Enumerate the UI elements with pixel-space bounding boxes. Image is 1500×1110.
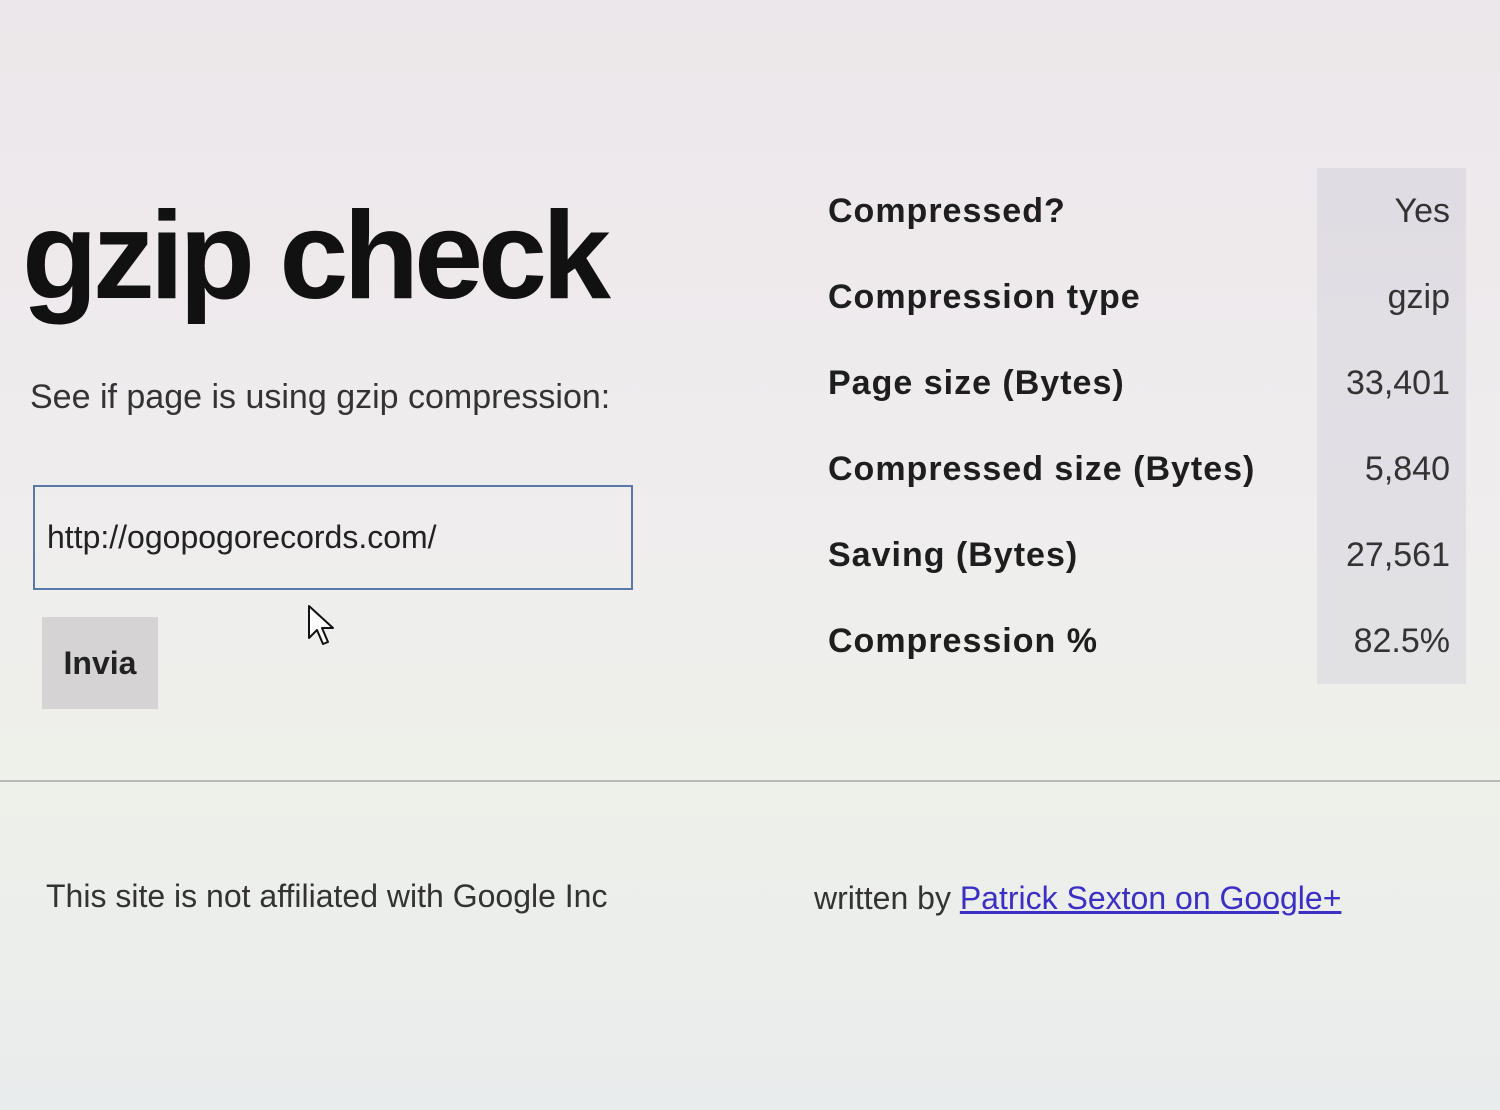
result-label: Saving (Bytes) xyxy=(828,535,1079,574)
footer-credit: written by Patrick Sexton on Google+ xyxy=(814,880,1341,917)
result-value: 33,401 xyxy=(1316,340,1466,426)
submit-button[interactable]: Invia xyxy=(42,617,158,709)
mouse-pointer-icon xyxy=(308,605,334,645)
author-link[interactable]: Patrick Sexton on Google+ xyxy=(960,880,1342,916)
page-title: gzip check xyxy=(22,187,611,325)
credit-prefix: written by xyxy=(814,880,951,916)
result-label: Compression type xyxy=(828,277,1141,316)
result-value: gzip xyxy=(1316,254,1466,340)
result-value: 5,840 xyxy=(1316,426,1466,512)
url-input[interactable] xyxy=(33,485,633,590)
result-row-compressed-size: Compressed size (Bytes) 5,840 xyxy=(812,426,1466,512)
footer-divider xyxy=(0,780,1500,782)
footer-disclaimer: This site is not affiliated with Google … xyxy=(46,878,608,914)
result-label: Compression % xyxy=(828,621,1098,660)
results-table: Compressed? Yes Compression type gzip Pa… xyxy=(812,168,1466,684)
result-row-compressed: Compressed? Yes xyxy=(812,168,1466,254)
result-label: Compressed size (Bytes) xyxy=(828,449,1256,488)
result-value: Yes xyxy=(1316,168,1466,254)
result-row-saving: Saving (Bytes) 27,561 xyxy=(812,512,1466,598)
result-row-compression-percent: Compression % 82.5% xyxy=(812,598,1466,684)
result-row-compression-type: Compression type gzip xyxy=(812,254,1466,340)
result-value: 27,561 xyxy=(1316,512,1466,598)
result-label: Compressed? xyxy=(828,191,1066,230)
result-label: Page size (Bytes) xyxy=(828,363,1125,402)
page-subtitle: See if page is using gzip compression: xyxy=(30,378,611,416)
result-row-page-size: Page size (Bytes) 33,401 xyxy=(812,340,1466,426)
result-value: 82.5% xyxy=(1316,598,1466,684)
